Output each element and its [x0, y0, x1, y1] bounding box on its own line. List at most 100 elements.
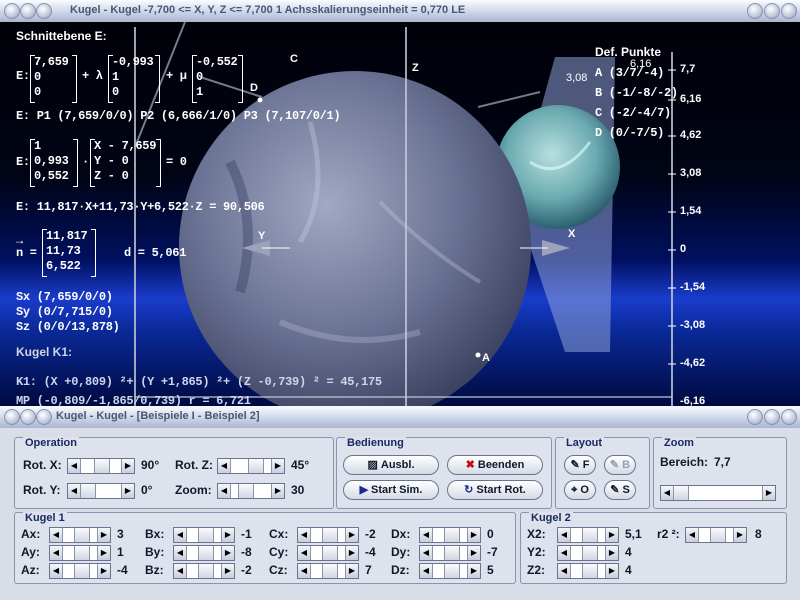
y2-slider[interactable]: ◀ ▶ — [557, 545, 619, 561]
slider-right-arrow-icon[interactable]: ▶ — [121, 459, 134, 473]
slider-left-arrow-icon[interactable]: ◀ — [298, 528, 311, 542]
slider-thumb[interactable] — [582, 546, 598, 560]
slider-right-arrow-icon[interactable]: ▶ — [467, 528, 480, 542]
slider-thumb[interactable] — [444, 564, 460, 578]
x2-slider[interactable]: ◀ ▶ — [557, 527, 619, 543]
slider-right-arrow-icon[interactable]: ▶ — [345, 528, 358, 542]
slider-thumb[interactable] — [582, 528, 598, 542]
pin-icon[interactable] — [20, 3, 36, 19]
system-menu-icon[interactable] — [4, 3, 20, 19]
rot-z-slider[interactable]: ◀ ▶ — [217, 458, 285, 474]
k1-param-slider[interactable]: ◀ ▶ — [173, 545, 235, 561]
slider-thumb[interactable] — [673, 486, 689, 500]
slider-left-arrow-icon[interactable]: ◀ — [558, 564, 571, 578]
minimize-icon[interactable] — [747, 3, 763, 19]
slider-thumb[interactable] — [198, 546, 214, 560]
rot-x-slider[interactable]: ◀ ▶ — [67, 458, 135, 474]
slider-left-arrow-icon[interactable]: ◀ — [50, 564, 63, 578]
system-menu-icon[interactable] — [4, 409, 20, 425]
pin-icon[interactable] — [20, 409, 36, 425]
z2-slider[interactable]: ◀ ▶ — [557, 563, 619, 579]
beenden-button[interactable]: ✖ Beenden — [447, 455, 543, 475]
slider-left-arrow-icon[interactable]: ◀ — [50, 546, 63, 560]
slider-thumb[interactable] — [198, 564, 214, 578]
slider-right-arrow-icon[interactable]: ▶ — [271, 459, 284, 473]
layout-o-button[interactable]: ⌖ O — [564, 480, 596, 500]
slider-left-arrow-icon[interactable]: ◀ — [218, 459, 231, 473]
slider-right-arrow-icon[interactable]: ▶ — [605, 528, 618, 542]
slider-thumb[interactable] — [322, 546, 338, 560]
slider-thumb[interactable] — [198, 528, 214, 542]
slider-thumb[interactable] — [322, 528, 338, 542]
slider-right-arrow-icon[interactable]: ▶ — [605, 564, 618, 578]
slider-right-arrow-icon[interactable]: ▶ — [97, 528, 110, 542]
slider-thumb[interactable] — [248, 459, 264, 473]
k1-param-slider[interactable]: ◀ ▶ — [173, 527, 235, 543]
minimize-icon[interactable] — [747, 409, 763, 425]
r2-slider[interactable]: ◀ ▶ — [685, 527, 747, 543]
slider-right-arrow-icon[interactable]: ▶ — [345, 564, 358, 578]
k1-param-slider[interactable]: ◀ ▶ — [173, 563, 235, 579]
layout-s-button[interactable]: ✎ S — [604, 480, 636, 500]
slider-thumb[interactable] — [80, 484, 96, 498]
slider-left-arrow-icon[interactable]: ◀ — [420, 546, 433, 560]
slider-left-arrow-icon[interactable]: ◀ — [68, 459, 81, 473]
start-sim-button[interactable]: ▶ Start Sim. — [343, 480, 439, 500]
slider-thumb[interactable] — [94, 459, 110, 473]
slider-thumb[interactable] — [74, 546, 90, 560]
k1-param-slider[interactable]: ◀ ▶ — [297, 527, 359, 543]
maximize-icon[interactable] — [764, 409, 780, 425]
close-icon[interactable] — [781, 409, 797, 425]
slider-right-arrow-icon[interactable]: ▶ — [97, 564, 110, 578]
slider-right-arrow-icon[interactable]: ▶ — [97, 546, 110, 560]
slider-left-arrow-icon[interactable]: ◀ — [686, 528, 699, 542]
k1-param-slider[interactable]: ◀ ▶ — [419, 527, 481, 543]
slider-thumb[interactable] — [444, 528, 460, 542]
slider-thumb[interactable] — [444, 546, 460, 560]
bereich-slider[interactable]: ◀ ▶ — [660, 485, 776, 501]
start-rot-button[interactable]: ↻ Start Rot. — [447, 480, 543, 500]
k1-param-slider[interactable]: ◀ ▶ — [49, 545, 111, 561]
k1-param-slider[interactable]: ◀ ▶ — [49, 563, 111, 579]
slider-right-arrow-icon[interactable]: ▶ — [605, 546, 618, 560]
slider-thumb[interactable] — [238, 484, 254, 498]
roll-up-icon[interactable] — [36, 3, 52, 19]
k1-param-slider[interactable]: ◀ ▶ — [297, 545, 359, 561]
close-icon[interactable] — [781, 3, 797, 19]
slider-thumb[interactable] — [322, 564, 338, 578]
slider-right-arrow-icon[interactable]: ▶ — [733, 528, 746, 542]
slider-left-arrow-icon[interactable]: ◀ — [420, 528, 433, 542]
main-titlebar[interactable]: Kugel - Kugel -7,700 <= X, Y, Z <= 7,700… — [0, 0, 800, 23]
k1-param-slider[interactable]: ◀ ▶ — [419, 563, 481, 579]
layout-f-button[interactable]: ✎ F — [564, 455, 596, 475]
k1-param-slider[interactable]: ◀ ▶ — [419, 545, 481, 561]
slider-left-arrow-icon[interactable]: ◀ — [420, 564, 433, 578]
slider-right-arrow-icon[interactable]: ▶ — [221, 528, 234, 542]
maximize-icon[interactable] — [764, 3, 780, 19]
rot-y-slider[interactable]: ◀ ▶ — [67, 483, 135, 499]
sub-titlebar[interactable]: Kugel - Kugel - [Beispiele I - Beispiel … — [0, 406, 800, 429]
k1-param-slider[interactable]: ◀ ▶ — [297, 563, 359, 579]
slider-right-arrow-icon[interactable]: ▶ — [221, 546, 234, 560]
slider-left-arrow-icon[interactable]: ◀ — [558, 528, 571, 542]
scene-viewport[interactable]: Schnittebene E: E: 7,659 0 0 + λ -0,993 … — [0, 22, 800, 406]
slider-right-arrow-icon[interactable]: ▶ — [271, 484, 284, 498]
slider-right-arrow-icon[interactable]: ▶ — [221, 564, 234, 578]
k1-param-slider[interactable]: ◀ ▶ — [49, 527, 111, 543]
slider-right-arrow-icon[interactable]: ▶ — [121, 484, 134, 498]
slider-right-arrow-icon[interactable]: ▶ — [467, 546, 480, 560]
slider-left-arrow-icon[interactable]: ◀ — [174, 546, 187, 560]
slider-thumb[interactable] — [74, 564, 90, 578]
layout-b-button[interactable]: ✎ B — [604, 455, 636, 475]
slider-thumb[interactable] — [74, 528, 90, 542]
roll-up-icon[interactable] — [36, 409, 52, 425]
slider-left-arrow-icon[interactable]: ◀ — [298, 546, 311, 560]
slider-left-arrow-icon[interactable]: ◀ — [558, 546, 571, 560]
slider-left-arrow-icon[interactable]: ◀ — [298, 564, 311, 578]
slider-left-arrow-icon[interactable]: ◀ — [218, 484, 231, 498]
slider-left-arrow-icon[interactable]: ◀ — [50, 528, 63, 542]
slider-left-arrow-icon[interactable]: ◀ — [174, 528, 187, 542]
slider-thumb[interactable] — [710, 528, 726, 542]
slider-right-arrow-icon[interactable]: ▶ — [345, 546, 358, 560]
slider-thumb[interactable] — [582, 564, 598, 578]
